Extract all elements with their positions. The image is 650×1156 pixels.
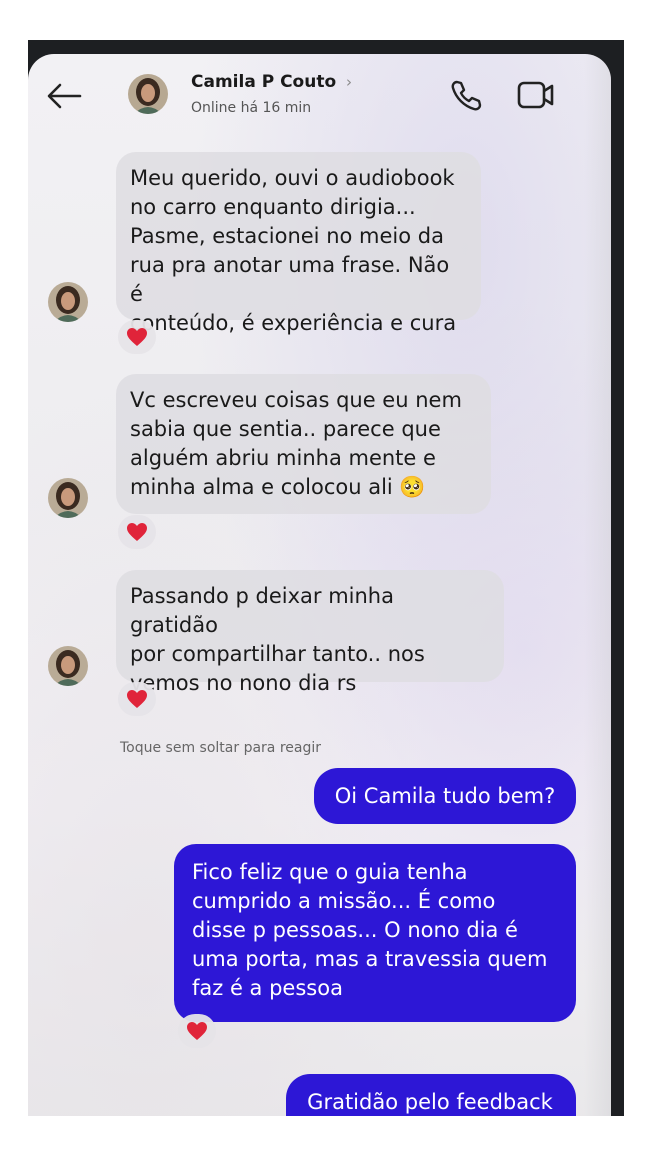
message-bubble-incoming[interactable]: Passando p deixar minha gratidão por com… xyxy=(116,570,504,695)
heart-reaction-icon[interactable] xyxy=(118,682,156,716)
contact-avatar[interactable] xyxy=(128,74,168,114)
message-bubble-outgoing[interactable]: Fico feliz que o guia tenha cumprido a m… xyxy=(174,844,576,1022)
screen-edge xyxy=(584,54,611,1116)
chat-screen: Camila P Couto › Online há 16 min Meu qu… xyxy=(28,54,611,1116)
message-bubble-incoming[interactable]: Meu querido, ouvi o audiobook no carro e… xyxy=(116,152,481,335)
sender-avatar[interactable] xyxy=(48,646,88,686)
photo-frame: Camila P Couto › Online há 16 min Meu qu… xyxy=(28,40,624,1116)
sender-avatar[interactable] xyxy=(48,478,88,518)
message-bubble-outgoing[interactable]: Gratidão pelo feedback xyxy=(286,1074,576,1116)
reaction-hint: Toque sem soltar para reagir xyxy=(120,740,322,756)
contact-status: Online há 16 min xyxy=(191,100,312,116)
chat-header: Camila P Couto › Online há 16 min xyxy=(28,54,611,144)
message-bubble-incoming[interactable]: Vc escreveu coisas que eu nem sabia que … xyxy=(116,374,491,514)
video-camera-icon[interactable] xyxy=(516,78,556,112)
chevron-right-icon[interactable]: › xyxy=(346,73,352,91)
arrow-left-icon[interactable] xyxy=(44,80,84,112)
contact-name[interactable]: Camila P Couto xyxy=(191,72,336,92)
sender-avatar[interactable] xyxy=(48,282,88,322)
heart-reaction-icon[interactable] xyxy=(178,1014,216,1048)
message-bubble-outgoing[interactable]: Oi Camila tudo bem? xyxy=(314,768,576,824)
phone-icon[interactable] xyxy=(448,78,484,114)
heart-reaction-icon[interactable] xyxy=(118,515,156,549)
heart-reaction-icon[interactable] xyxy=(118,320,156,354)
